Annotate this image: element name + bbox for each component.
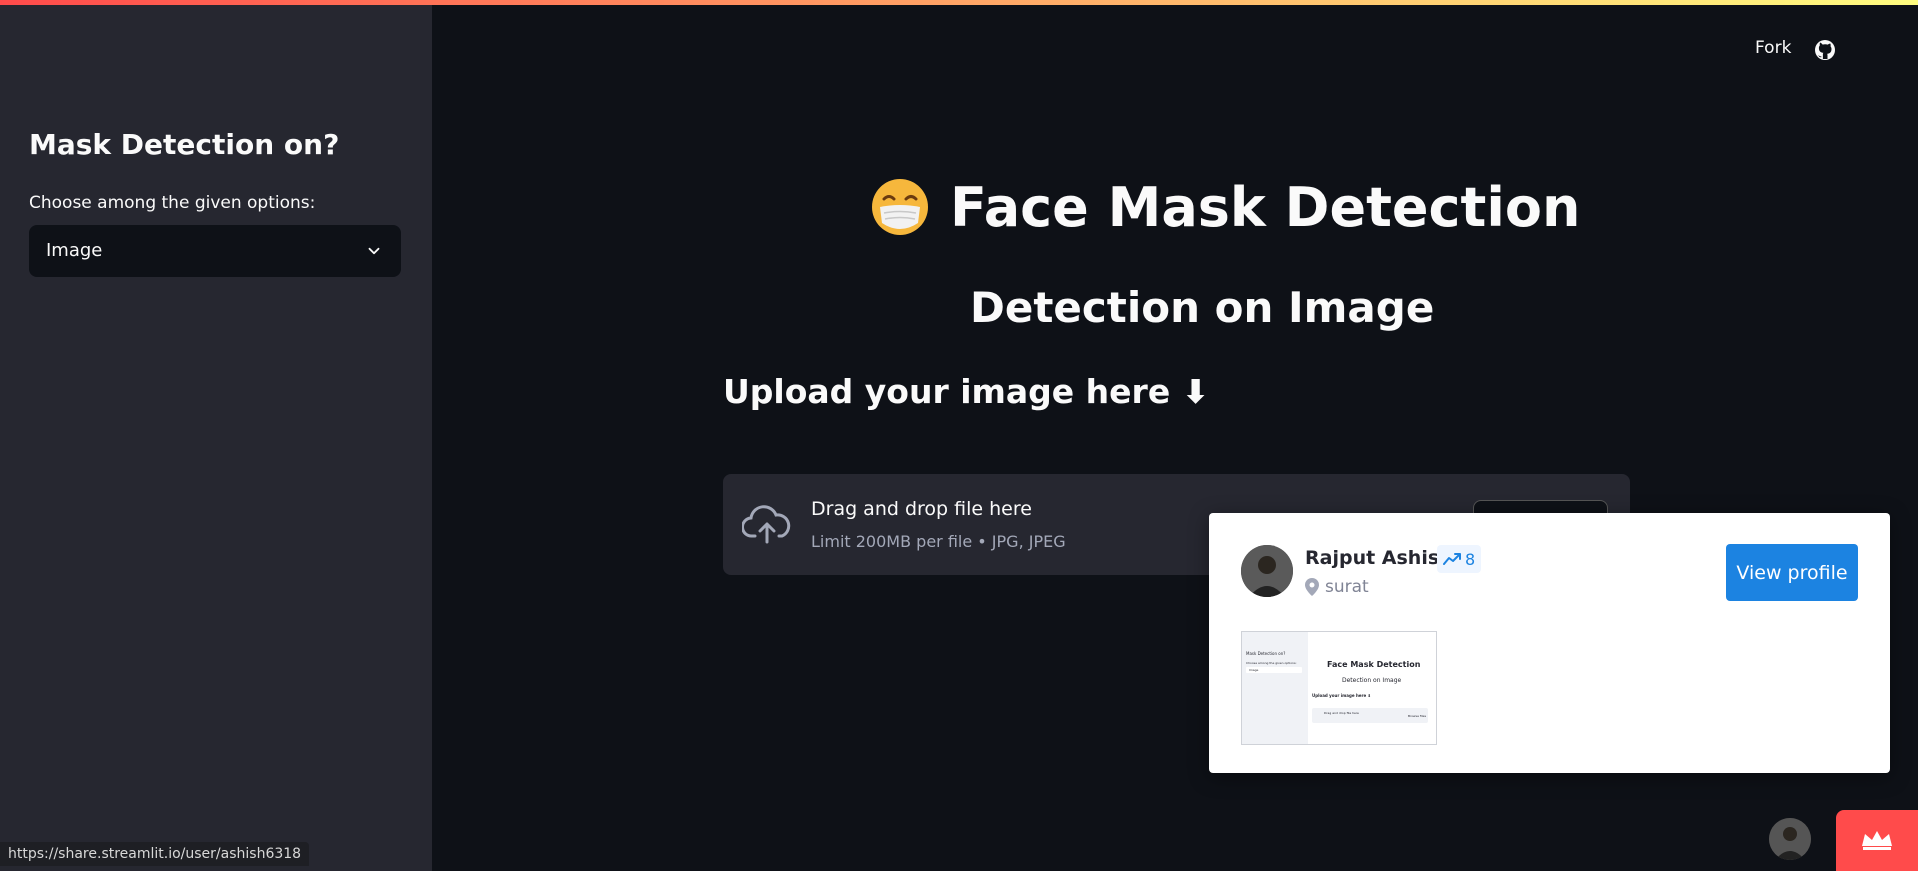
chevron-down-icon (368, 247, 380, 255)
thumbnail-select: Image (1246, 667, 1302, 673)
avatar-person-icon (1241, 545, 1293, 597)
trending-badge: 8 (1437, 545, 1482, 573)
page-subtitle: Detection on Image (970, 283, 1435, 332)
view-profile-button[interactable]: View profile (1726, 544, 1858, 601)
thumbnail-drag-text: Drag and drop file here (1324, 711, 1359, 715)
file-limit-text: Limit 200MB per file • JPG, JPEG (811, 532, 1066, 551)
thumbnail-sidebar-title: Mask Detection on? (1246, 651, 1286, 656)
trending-count: 8 (1465, 549, 1476, 569)
thumbnail-uploader: Drag and drop file here Browse files (1312, 708, 1428, 723)
avatar-person-icon (1769, 818, 1811, 860)
select-value: Image (46, 240, 103, 261)
location-text: surat (1325, 577, 1369, 597)
cloud-upload-icon (742, 505, 791, 544)
owner-avatar[interactable] (1769, 818, 1811, 860)
fork-link[interactable]: Fork (1755, 38, 1791, 58)
thumbnail-sidebar-label: Choose among the given options: (1246, 661, 1297, 665)
streamlit-crown-button[interactable] (1836, 810, 1918, 871)
url-status-bar: https://share.streamlit.io/user/ashish63… (0, 842, 310, 866)
drag-drop-text: Drag and drop file here (811, 498, 1032, 520)
thumbnail-title: Face Mask Detection (1327, 660, 1421, 669)
profile-name[interactable]: Rajput Ashish (1305, 547, 1453, 569)
profile-avatar[interactable] (1241, 545, 1293, 597)
detection-mode-select[interactable]: Image (29, 225, 401, 277)
thumbnail-upload-heading: Upload your image here ⬇ (1312, 693, 1371, 698)
github-icon[interactable] (1813, 38, 1837, 62)
thumbnail-sidebar (1242, 632, 1308, 744)
profile-location: surat (1305, 577, 1369, 597)
mask-face-emoji-icon (872, 179, 928, 235)
page-title-row: Face Mask Detection (870, 172, 1580, 242)
select-label: Choose among the given options: (29, 193, 316, 213)
app-thumbnail[interactable]: Mask Detection on? Choose among the give… (1241, 631, 1437, 745)
page-title: Face Mask Detection (950, 175, 1581, 239)
thumbnail-select-value: Image (1249, 668, 1259, 672)
thumbnail-subtitle: Detection on Image (1342, 677, 1402, 684)
crown-icon (1862, 831, 1892, 850)
trending-up-icon (1443, 553, 1461, 565)
thumbnail-browse: Browse files (1408, 714, 1427, 718)
location-pin-icon (1305, 578, 1319, 596)
upload-heading: Upload your image here ⬇ (723, 372, 1210, 411)
sidebar-title: Mask Detection on? (29, 128, 340, 161)
profile-hover-card: Rajput Ashish 8 surat View profile Mask … (1209, 513, 1890, 773)
